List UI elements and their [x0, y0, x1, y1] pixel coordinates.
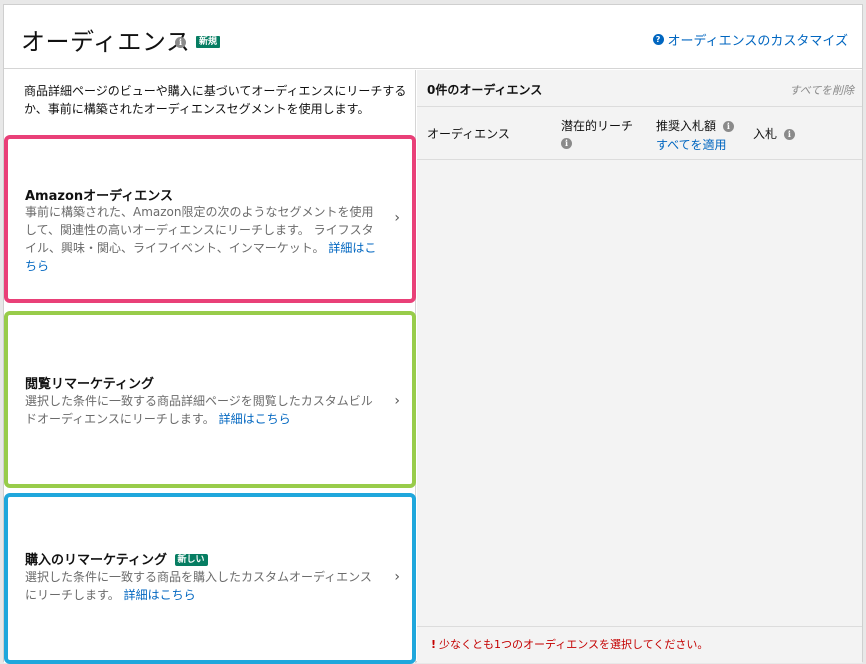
- amazon-audience-description: 事前に構築された、Amazon限定の次のようなセグメントを使用して、関連性の高い…: [25, 203, 381, 275]
- info-icon[interactable]: i: [175, 37, 186, 48]
- table-header: オーディエンス 潜在的リーチ i 推奨入札額 i すべてを適用 入札 i: [417, 108, 862, 160]
- panel-header: オーディエンス i 新規 ? オーディエンスのカスタマイズ: [4, 5, 862, 69]
- audience-type-list: 商品詳細ページのビューや購入に基づいてオーディエンスにリーチするか、事前に構築さ…: [4, 70, 416, 664]
- amazon-audience-title: Amazonオーディエンス: [25, 189, 173, 204]
- column-bid-label: 入札: [753, 127, 778, 141]
- column-potential-reach: 潜在的リーチ i: [561, 117, 633, 149]
- column-audience: オーディエンス: [427, 127, 510, 141]
- selected-audiences-panel: 0件のオーディエンス すべてを削除 オーディエンス 潜在的リーチ i 推奨入札額…: [417, 70, 862, 663]
- clear-all-button[interactable]: すべてを削除: [789, 82, 854, 98]
- help-icon: ?: [652, 34, 664, 45]
- column-bid: 入札 i: [753, 125, 795, 142]
- chevron-right-icon: ›: [394, 569, 400, 585]
- chevron-right-icon: ›: [394, 210, 400, 226]
- validation-text: 少なくとも1つのオーディエンスを選択してください。: [439, 638, 709, 651]
- view-remarketing-description: 選択した条件に一致する商品詳細ページを閲覧したカスタムビルドオーディエンスにリー…: [25, 392, 381, 428]
- audience-panel: オーディエンス i 新規 ? オーディエンスのカスタマイズ 商品詳細ページのビュ…: [3, 4, 863, 664]
- validation-footer: ! 少なくとも1つのオーディエンスを選択してください。: [417, 626, 862, 663]
- audience-count: 0件のオーディエンス: [427, 83, 543, 97]
- info-icon[interactable]: i: [561, 138, 572, 149]
- view-remarketing-body: 選択した条件に一致する商品詳細ページを閲覧したカスタムビルドオーディエンスにリー…: [25, 394, 373, 426]
- apply-all-link[interactable]: すべてを適用: [656, 136, 734, 153]
- amazon-audience-card[interactable]: Amazonオーディエンス 事前に構築された、Amazon限定の次のようなセグメ…: [4, 135, 416, 303]
- purchase-remarketing-description: 選択した条件に一致する商品を購入したカスタムオーディエンスにリーチします。 詳細…: [25, 568, 381, 604]
- purchase-remarketing-card[interactable]: 購入のリマーケティング 新しい 選択した条件に一致する商品を購入したカスタムオー…: [4, 493, 416, 664]
- view-remarketing-card[interactable]: 閲覧リマーケティング 選択した条件に一致する商品詳細ページを閲覧したカスタムビル…: [4, 311, 416, 488]
- new-badge: 新しい: [174, 554, 208, 566]
- page-title: オーディエンス: [21, 28, 191, 56]
- selected-audiences-header: 0件のオーディエンス すべてを削除: [417, 70, 862, 107]
- new-badge: 新規: [196, 36, 221, 48]
- learn-more-link[interactable]: 詳細はこちら: [219, 412, 291, 426]
- learn-more-link[interactable]: 詳細はこちら: [124, 588, 196, 602]
- info-icon[interactable]: i: [783, 129, 795, 140]
- chevron-right-icon: ›: [394, 393, 400, 409]
- alert-icon: !: [431, 638, 437, 651]
- column-suggested-bid-label: 推奨入札額: [656, 119, 717, 133]
- amazon-audience-body: 事前に構築された、Amazon限定の次のようなセグメントを使用して、関連性の高い…: [25, 205, 374, 255]
- column-suggested-bid: 推奨入札額 i すべてを適用: [656, 117, 734, 153]
- purchase-remarketing-title: 購入のリマーケティング 新しい: [25, 549, 208, 568]
- audience-description: 商品詳細ページのビューや購入に基づいてオーディエンスにリーチするか、事前に構築さ…: [24, 84, 407, 116]
- purchase-remarketing-body: 選択した条件に一致する商品を購入したカスタムオーディエンスにリーチします。: [25, 570, 372, 602]
- customize-audience-link[interactable]: ? オーディエンスのカスタマイズ: [652, 30, 848, 49]
- validation-message: ! 少なくとも1つのオーディエンスを選択してください。: [431, 636, 708, 652]
- customize-audience-label: オーディエンスのカスタマイズ: [667, 34, 848, 49]
- purchase-remarketing-title-text: 購入のリマーケティング: [25, 553, 167, 568]
- column-potential-reach-label: 潜在的リーチ: [561, 119, 634, 133]
- info-icon[interactable]: i: [722, 121, 734, 132]
- view-remarketing-title: 閲覧リマーケティング: [25, 377, 154, 392]
